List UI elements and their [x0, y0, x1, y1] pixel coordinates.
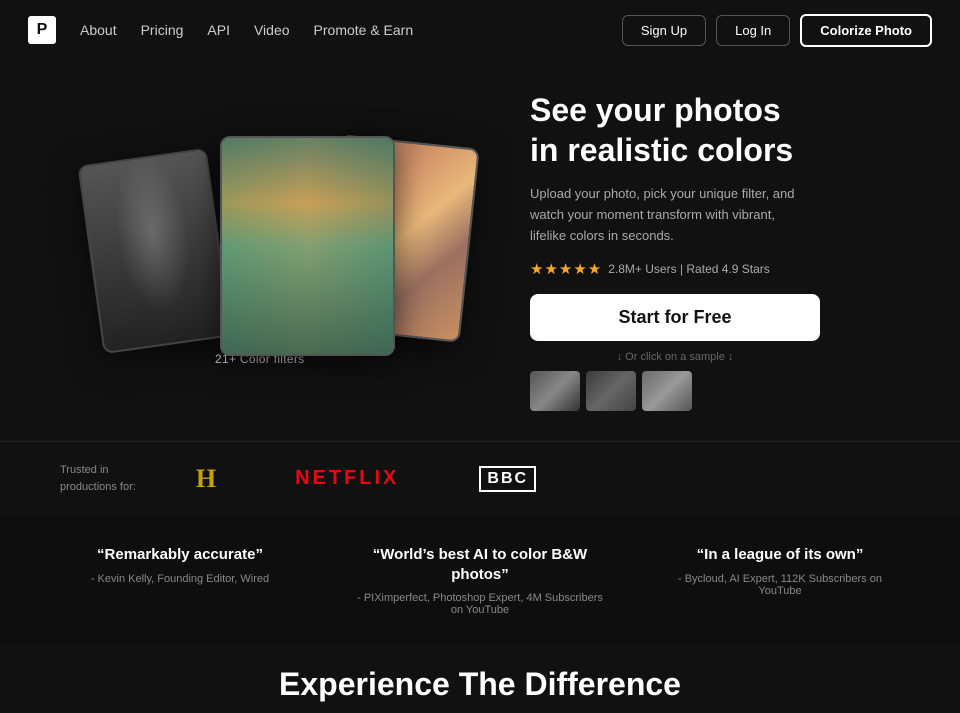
netflix-logo: NETFLIX [295, 467, 399, 490]
navbar: P About Pricing API Video Promote & Earn… [0, 0, 960, 60]
stars: ★★★★★ [530, 260, 602, 278]
nav-pricing[interactable]: Pricing [141, 22, 184, 38]
nav-api[interactable]: API [207, 22, 230, 38]
nav-actions: Sign Up Log In Colorize Photo [622, 14, 932, 47]
experience-title: Experience The Difference [60, 666, 900, 703]
login-button[interactable]: Log In [716, 15, 790, 46]
bw-photo-card [77, 148, 232, 354]
testimonials-section: “Remarkably accurate” - Kevin Kelly, Fou… [0, 515, 960, 646]
testimonial-2-quote: “World’s best AI to color B&W photos” [356, 545, 604, 584]
hero-section: ↗ 21+ Color filters See your photos in r… [0, 60, 960, 441]
trusted-label: Trusted in productions for: [60, 462, 136, 495]
hero-title-line2: in realistic colors [530, 132, 793, 168]
testimonial-2: “World’s best AI to color B&W photos” - … [340, 535, 620, 626]
sample-thumb-1[interactable] [530, 371, 580, 411]
colorized-figure [222, 138, 393, 354]
testimonial-1-quote: “Remarkably accurate” [56, 545, 304, 565]
testimonial-3-author: - Bycloud, AI Expert, 112K Subscribers o… [656, 573, 904, 597]
bbc-logo: BBC [479, 466, 536, 492]
testimonial-1: “Remarkably accurate” - Kevin Kelly, Fou… [40, 535, 320, 626]
signup-button[interactable]: Sign Up [622, 15, 706, 46]
or-sample-text: ↓ Or click on a sample ↓ [530, 351, 820, 363]
rating-text: 2.8M+ Users | Rated 4.9 Stars [608, 262, 770, 276]
testimonial-3-quote: “In a league of its own” [656, 545, 904, 565]
logo[interactable]: P [28, 16, 56, 44]
sample-thumbnails [530, 371, 820, 411]
testimonial-2-author: - PIXimperfect, Photoshop Expert, 4M Sub… [356, 592, 604, 616]
sample-thumb-2[interactable] [586, 371, 636, 411]
nav-video[interactable]: Video [254, 22, 290, 38]
nav-about[interactable]: About [80, 22, 117, 38]
bw-figure [80, 150, 231, 352]
nav-links: About Pricing API Video Promote & Earn [80, 22, 622, 38]
photo-area: ↗ 21+ Color filters [60, 126, 490, 366]
nav-promote[interactable]: Promote & Earn [314, 22, 414, 38]
sample-thumb-3[interactable] [642, 371, 692, 411]
hero-title: See your photos in realistic colors [530, 90, 900, 170]
trusted-section: Trusted in productions for: H NETFLIX BB… [0, 441, 960, 515]
history-channel-logo: H [196, 464, 215, 494]
rating-row: ★★★★★ 2.8M+ Users | Rated 4.9 Stars [530, 260, 900, 278]
testimonial-1-author: - Kevin Kelly, Founding Editor, Wired [56, 573, 304, 585]
testimonial-3: “In a league of its own” - Bycloud, AI E… [640, 535, 920, 626]
brand-logos: H NETFLIX BBC [196, 464, 900, 494]
colorize-button[interactable]: Colorize Photo [800, 14, 932, 47]
hero-title-line1: See your photos [530, 92, 781, 128]
hero-text: See your photos in realistic colors Uplo… [530, 80, 900, 411]
hero-description: Upload your photo, pick your unique filt… [530, 184, 810, 246]
main-photo-card [220, 136, 395, 356]
start-free-button[interactable]: Start for Free [530, 294, 820, 341]
experience-section: Experience The Difference [0, 646, 960, 713]
